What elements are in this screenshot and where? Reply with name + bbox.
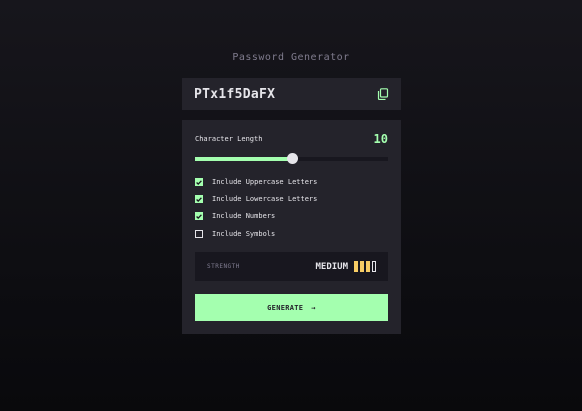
option-label: Include Lowercase Letters <box>212 195 318 203</box>
copy-icon[interactable] <box>377 88 389 100</box>
length-value: 10 <box>373 132 388 146</box>
strength-bars <box>354 261 376 272</box>
option-label: Include Symbols <box>212 230 276 238</box>
option-label: Include Uppercase Letters <box>212 178 318 186</box>
checkbox-uppercase[interactable] <box>195 178 203 186</box>
generate-label: GENERATE <box>267 303 304 312</box>
strength-value: MEDIUM <box>315 261 348 272</box>
strength-bar <box>360 261 364 272</box>
arrow-right-icon: → <box>311 303 316 312</box>
strength-meter: STRENGTH MEDIUM <box>195 252 388 281</box>
option-numbers[interactable]: Include Numbers <box>195 212 275 220</box>
option-uppercase[interactable]: Include Uppercase Letters <box>195 178 317 186</box>
strength-indicator: MEDIUM <box>315 261 376 272</box>
length-row: Character Length 10 <box>195 132 388 146</box>
page-title: Password Generator <box>232 52 350 63</box>
checkbox-symbols[interactable] <box>195 230 203 238</box>
password-display: PTx1f5DaFX <box>182 78 401 110</box>
password-text: PTx1f5DaFX <box>194 86 276 102</box>
slider-thumb[interactable] <box>286 153 298 164</box>
checkbox-numbers[interactable] <box>195 212 203 220</box>
option-symbols[interactable]: Include Symbols <box>195 230 275 238</box>
strength-bar <box>366 261 370 272</box>
option-lowercase[interactable]: Include Lowercase Letters <box>195 195 317 203</box>
strength-bar <box>372 261 376 272</box>
slider-fill <box>195 157 292 161</box>
strength-bar <box>354 261 358 272</box>
strength-label: STRENGTH <box>207 263 240 270</box>
option-label: Include Numbers <box>212 212 276 220</box>
settings-panel: Character Length 10 Include Uppercase Le… <box>182 120 401 334</box>
generate-button[interactable]: GENERATE → <box>195 294 388 321</box>
length-label: Character Length <box>195 135 263 143</box>
length-slider[interactable] <box>195 153 388 164</box>
checkbox-lowercase[interactable] <box>195 195 203 203</box>
